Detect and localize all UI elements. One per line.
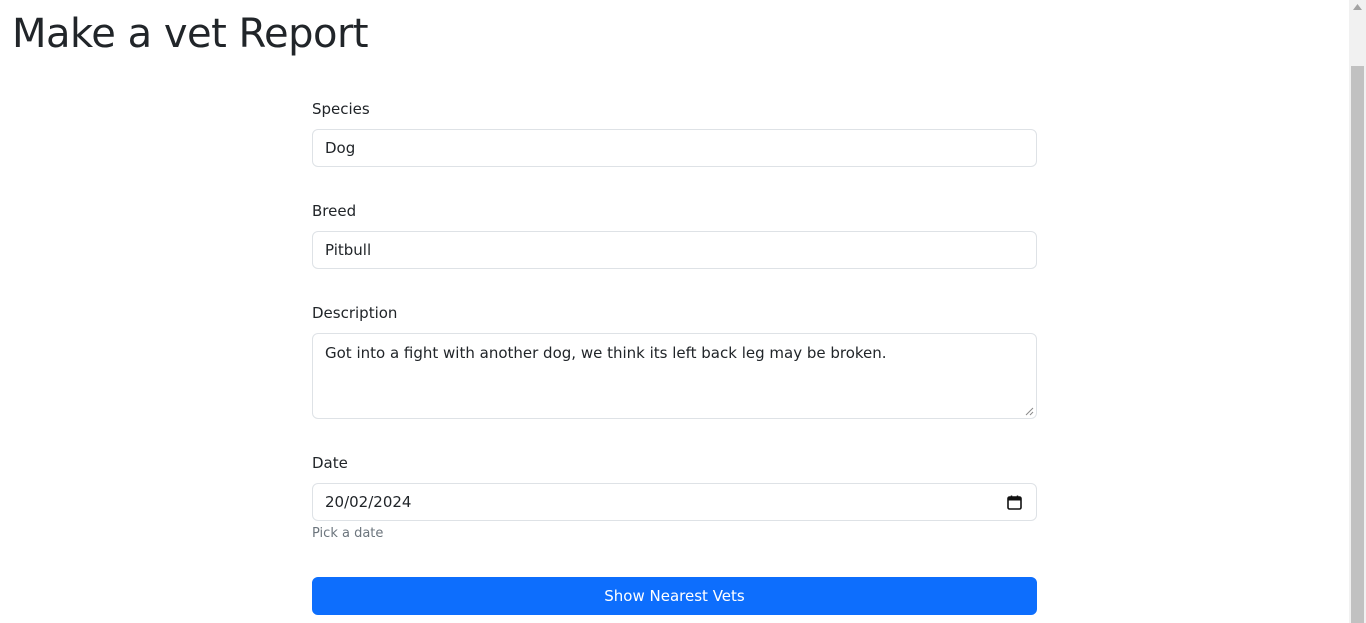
show-nearest-vets-button[interactable]: Show Nearest Vets — [312, 577, 1037, 615]
species-input[interactable]: Dog — [312, 129, 1037, 167]
description-label: Description — [312, 304, 398, 322]
page: Make a vet Report Species Dog Breed Pitb… — [0, 0, 1366, 623]
species-label: Species — [312, 100, 370, 118]
date-help-text: Pick a date — [312, 526, 384, 541]
resize-grip-icon[interactable] — [1025, 407, 1034, 416]
scrollbar-thumb[interactable] — [1351, 66, 1364, 623]
date-input[interactable]: 20/02/2024 — [312, 483, 1037, 521]
date-value: 20/02/2024 — [325, 493, 412, 511]
scroll-up-arrow-icon[interactable] — [1353, 4, 1362, 10]
breed-label: Breed — [312, 202, 357, 220]
vertical-scrollbar[interactable] — [1349, 0, 1366, 623]
calendar-icon[interactable] — [1007, 495, 1022, 510]
page-title: Make a vet Report — [12, 11, 369, 57]
description-textarea[interactable]: Got into a fight with another dog, we th… — [312, 333, 1037, 419]
date-label: Date — [312, 454, 348, 472]
description-text: Got into a fight with another dog, we th… — [325, 344, 887, 362]
breed-input[interactable]: Pitbull — [312, 231, 1037, 269]
